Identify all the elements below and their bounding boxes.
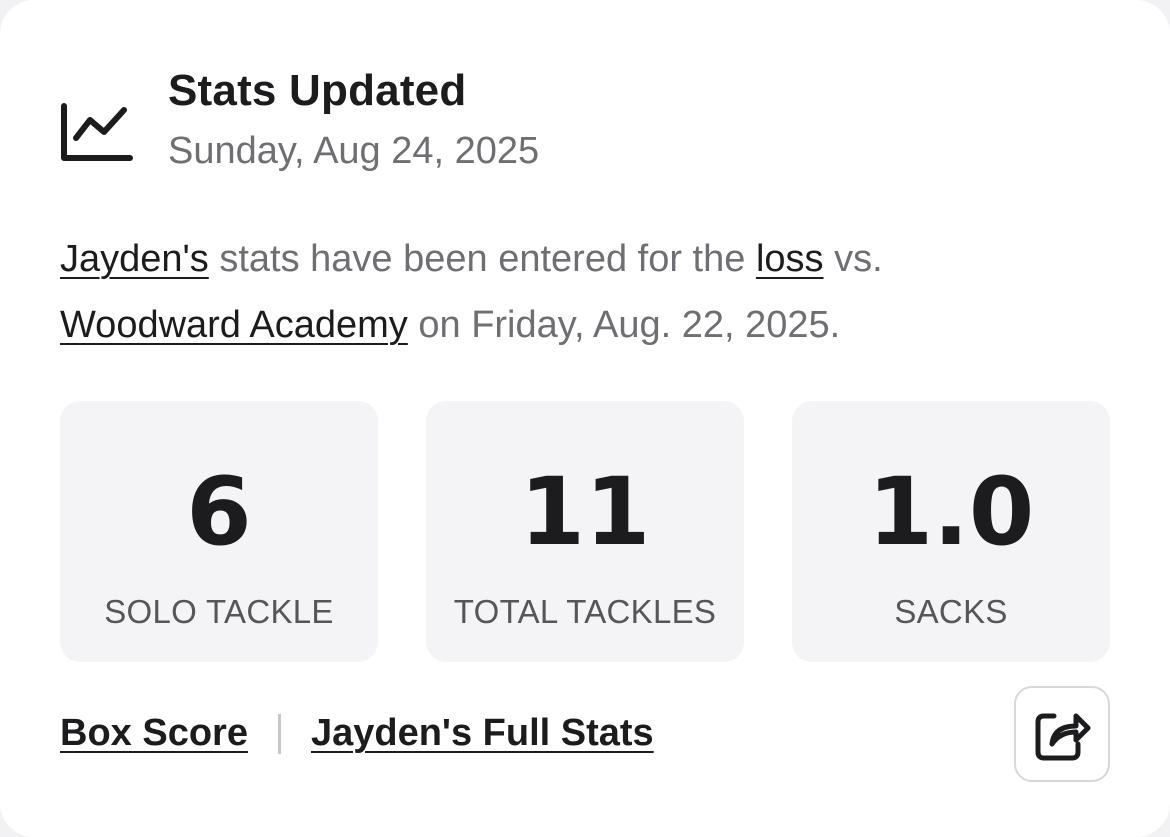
header-text: Stats Updated Sunday, Aug 24, 2025 [168,64,539,174]
stats-update-card: Stats Updated Sunday, Aug 24, 2025 Jayde… [0,0,1170,837]
update-message: Jayden's stats have been entered for the… [60,226,1110,358]
stat-value: 1.0 [867,458,1035,567]
update-date: Sunday, Aug 24, 2025 [168,130,540,172]
stat-label: SOLO TACKLE [104,593,334,630]
player-link[interactable]: Jayden's [60,238,209,280]
message-text: on Friday, Aug. 22, 2025. [407,304,841,346]
stat-value: 6 [186,458,252,567]
line-chart-icon [61,103,133,161]
share-icon [1035,713,1091,761]
footer-links: Box Score Jayden's Full Stats [60,712,654,755]
game-result-link[interactable]: loss [756,238,824,280]
stat-tile-solo-tackle: 6 SOLO TACKLE [60,401,378,662]
share-button[interactable] [1014,686,1110,782]
stat-tile-sacks: 1.0 SACKS [792,401,1110,662]
message-text: vs. [823,238,883,280]
link-divider [277,713,281,754]
card-title: Stats Updated [168,66,467,115]
stat-label: SACKS [894,593,1008,630]
box-score-link[interactable]: Box Score [60,712,248,755]
stat-label: TOTAL TACKLES [453,593,717,630]
opponent-link[interactable]: Woodward Academy [60,304,408,346]
full-stats-link[interactable]: Jayden's Full Stats [311,712,654,755]
message-text: stats have been entered for the [208,238,756,280]
card-header: Stats Updated Sunday, Aug 24, 2025 [60,64,539,174]
stat-tile-total-tackles: 11 TOTAL TACKLES [426,401,744,662]
stats-row: 6 SOLO TACKLE 11 TOTAL TACKLES 1.0 SACKS [60,401,1110,662]
stat-value: 11 [519,458,651,567]
